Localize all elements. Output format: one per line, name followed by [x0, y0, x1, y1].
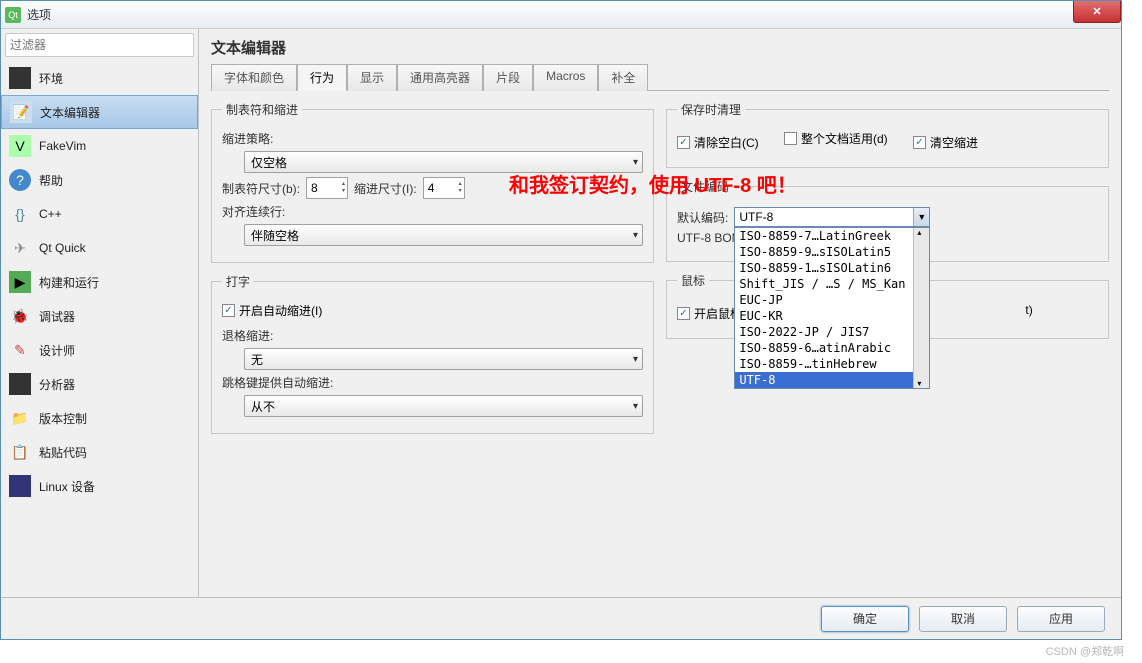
left-column: 制表符和缩进 缩进策略: 仅空格 制表符尺寸(b): 8 缩进尺寸(I): 4 …: [211, 101, 654, 444]
tab-size-label: 制表符尺寸(b):: [222, 180, 300, 197]
clear-indent-checkbox[interactable]: ✓清空缩进: [891, 134, 978, 151]
checkbox-icon: ✓: [677, 307, 690, 320]
indent-size-label: 缩进尺寸(I):: [354, 180, 417, 197]
settings-columns: 制表符和缩进 缩进策略: 仅空格 制表符尺寸(b): 8 缩进尺寸(I): 4 …: [211, 101, 1109, 444]
encoding-option[interactable]: ISO-8859-7…LatinGreek: [735, 228, 913, 244]
indent-policy-label: 缩进策略:: [222, 130, 273, 147]
dialog-footer: 确定 取消 应用: [1, 597, 1121, 639]
group-tabs-indent: 制表符和缩进 缩进策略: 仅空格 制表符尺寸(b): 8 缩进尺寸(I): 4 …: [211, 101, 654, 263]
linux-device-icon: [9, 475, 31, 497]
sidebar-item-designer[interactable]: ✎设计师: [1, 333, 198, 367]
qtquick-icon: ✈: [9, 237, 31, 259]
sidebar: 环境 📝文本编辑器 VFakeVim ?帮助 {}C++ ✈Qt Quick ▶…: [1, 29, 199, 597]
clear-whitespace-checkbox[interactable]: ✓清除空白(C): [677, 134, 759, 151]
chevron-down-icon: ▼: [913, 208, 929, 226]
options-window: Qt 选项 ✕ 环境 📝文本编辑器 VFakeVim ?帮助 {}C++ ✈Qt…: [0, 0, 1122, 640]
sidebar-item-fakevim[interactable]: VFakeVim: [1, 129, 198, 163]
sidebar-item-cpp[interactable]: {}C++: [1, 197, 198, 231]
legend-save-clean: 保存时清理: [677, 101, 745, 118]
encoding-option[interactable]: ISO-8859-…tinHebrew: [735, 356, 913, 372]
group-file-encoding: 文件编码 默认编码: UTF-8 ▼: [666, 178, 1109, 262]
tab-snippets[interactable]: 片段: [483, 64, 533, 91]
group-typing: 打字 ✓开启自动缩进(I) 退格缩进: 无 跳格键提供自动缩进: 从不: [211, 273, 654, 434]
sidebar-item-build-run[interactable]: ▶构建和运行: [1, 265, 198, 299]
content-area: 环境 📝文本编辑器 VFakeVim ?帮助 {}C++ ✈Qt Quick ▶…: [1, 29, 1121, 597]
indent-policy-combo[interactable]: 仅空格: [244, 151, 643, 173]
whole-doc-checkbox[interactable]: 整个文档适用(d): [762, 130, 888, 147]
ok-button[interactable]: 确定: [821, 606, 909, 632]
encoding-dropdown[interactable]: ISO-8859-7…LatinGreek ISO-8859-9…sISOLat…: [734, 227, 930, 389]
tab-fonts-colors[interactable]: 字体和颜色: [211, 64, 297, 91]
tabkey-label: 跳格键提供自动缩进:: [222, 374, 333, 391]
encoding-option[interactable]: ISO-8859-6…atinArabic: [735, 340, 913, 356]
checkbox-icon: ✓: [677, 136, 690, 149]
close-button[interactable]: ✕: [1073, 1, 1121, 23]
apply-button[interactable]: 应用: [1017, 606, 1105, 632]
designer-icon: ✎: [9, 339, 31, 361]
sidebar-item-vcs[interactable]: 📁版本控制: [1, 401, 198, 435]
mouse-nav-checkbox[interactable]: ✓开启鼠标: [677, 305, 742, 322]
text-editor-icon: 📝: [10, 101, 32, 123]
encoding-option[interactable]: EUC-KR: [735, 308, 913, 324]
indent-size-spin[interactable]: 4: [423, 177, 465, 199]
monitor-icon: [9, 67, 31, 89]
encoding-option[interactable]: ISO-2022-JP / JIS7: [735, 324, 913, 340]
sidebar-item-analyzer[interactable]: 分析器: [1, 367, 198, 401]
tabbar: 字体和颜色 行为 显示 通用高亮器 片段 Macros 补全: [211, 64, 1109, 91]
tab-macros[interactable]: Macros: [533, 64, 598, 91]
default-encoding-combo[interactable]: UTF-8 ▼: [734, 207, 930, 227]
tabkey-combo[interactable]: 从不: [244, 395, 643, 417]
sidebar-item-pastebin[interactable]: 📋粘贴代码: [1, 435, 198, 469]
main-panel: 文本编辑器 字体和颜色 行为 显示 通用高亮器 片段 Macros 补全 制表符…: [199, 29, 1121, 597]
cancel-button[interactable]: 取消: [919, 606, 1007, 632]
right-column: 保存时清理 ✓清除空白(C) 整个文档适用(d) ✓清空缩进 行(E 文件编码 …: [666, 101, 1109, 444]
tab-completion[interactable]: 补全: [598, 64, 648, 91]
encoding-option[interactable]: Shift_JIS / …S / MS_Kan: [735, 276, 913, 292]
legend-mouse: 鼠标: [677, 272, 709, 289]
pastebin-icon: 📋: [9, 441, 31, 463]
sidebar-item-text-editor[interactable]: 📝文本编辑器: [1, 95, 198, 129]
tab-highlighter[interactable]: 通用高亮器: [397, 64, 483, 91]
page-title: 文本编辑器: [211, 37, 1109, 58]
sidebar-item-help[interactable]: ?帮助: [1, 163, 198, 197]
encoding-option-selected[interactable]: UTF-8: [735, 372, 913, 388]
checkbox-icon: ✓: [222, 304, 235, 317]
sidebar-item-debugger[interactable]: 🐞调试器: [1, 299, 198, 333]
help-icon: ?: [9, 169, 31, 191]
vcs-icon: 📁: [9, 407, 31, 429]
fakevim-icon: V: [9, 135, 31, 157]
sidebar-item-linux-devices[interactable]: Linux 设备: [1, 469, 198, 503]
backspace-combo[interactable]: 无: [244, 348, 643, 370]
encoding-option[interactable]: ISO-8859-1…sISOLatin6: [735, 260, 913, 276]
legend-file-encoding: 文件编码: [677, 178, 733, 195]
align-cont-combo[interactable]: 伴随空格: [244, 224, 643, 246]
cpp-icon: {}: [9, 203, 31, 225]
build-run-icon: ▶: [9, 271, 31, 293]
sidebar-item-environment[interactable]: 环境: [1, 61, 198, 95]
analyzer-icon: [9, 373, 31, 395]
tab-display[interactable]: 显示: [347, 64, 397, 91]
auto-indent-checkbox[interactable]: ✓开启自动缩进(I): [222, 302, 322, 319]
encoding-option[interactable]: ISO-8859-9…sISOLatin5: [735, 244, 913, 260]
debugger-icon: 🐞: [9, 305, 31, 327]
default-encoding-label: 默认编码:: [677, 209, 728, 226]
encoding-option[interactable]: EUC-JP: [735, 292, 913, 308]
filter-input[interactable]: [5, 33, 194, 57]
checkbox-icon: ✓: [913, 136, 926, 149]
checkbox-icon: [784, 132, 797, 145]
dropdown-scrollbar[interactable]: [913, 228, 929, 388]
watermark: CSDN @郑乾啊: [1046, 643, 1124, 659]
group-save-clean: 保存时清理 ✓清除空白(C) 整个文档适用(d) ✓清空缩进 行(E: [666, 101, 1109, 168]
legend-typing: 打字: [222, 273, 254, 290]
tab-behavior[interactable]: 行为: [297, 64, 347, 91]
backspace-label: 退格缩进:: [222, 327, 273, 344]
window-title: 选项: [27, 6, 51, 23]
tab-size-spin[interactable]: 8: [306, 177, 348, 199]
sidebar-list: 环境 📝文本编辑器 VFakeVim ?帮助 {}C++ ✈Qt Quick ▶…: [1, 61, 198, 597]
align-cont-label: 对齐连续行:: [222, 203, 285, 220]
titlebar: Qt 选项 ✕: [1, 1, 1121, 29]
app-icon: Qt: [5, 7, 21, 23]
legend-tabs-indent: 制表符和缩进: [222, 101, 302, 118]
sidebar-item-qtquick[interactable]: ✈Qt Quick: [1, 231, 198, 265]
